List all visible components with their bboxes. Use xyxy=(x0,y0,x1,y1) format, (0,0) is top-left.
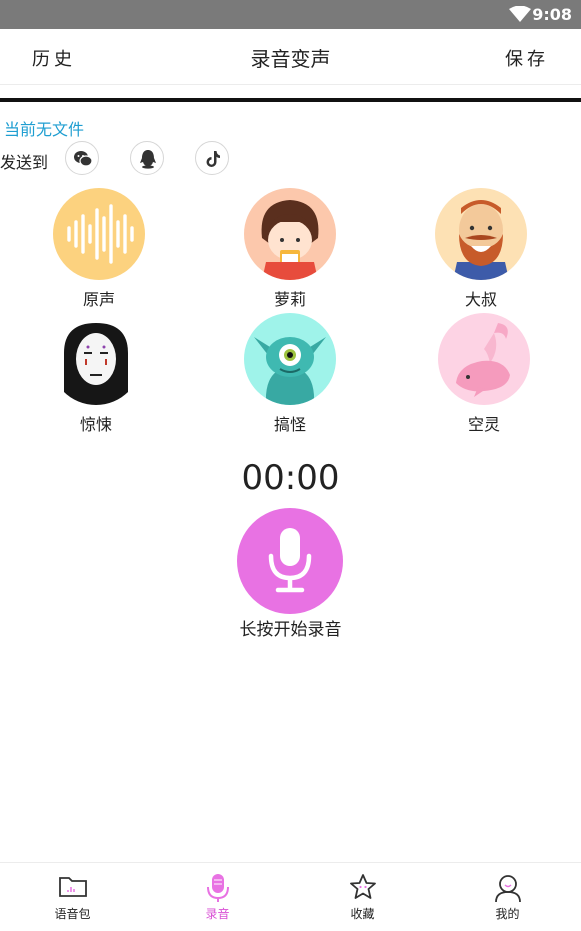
voice-label: 原声 xyxy=(82,290,115,309)
tab-favorites[interactable]: 收藏 xyxy=(290,863,435,931)
wifi-icon xyxy=(509,6,531,22)
mic-icon xyxy=(268,528,312,593)
voice-original[interactable]: 原声 xyxy=(39,188,159,310)
record-timer: 00:00 xyxy=(241,458,340,498)
voice-label: 大叔 xyxy=(464,290,497,309)
voice-funny[interactable]: 搞怪 xyxy=(230,313,350,435)
voice-label: 搞怪 xyxy=(273,415,306,434)
mic-icon xyxy=(207,874,229,902)
tab-label: 收藏 xyxy=(350,907,375,921)
send-to-label: 发送到 xyxy=(0,153,49,172)
user-icon xyxy=(495,875,521,903)
uncle-icon xyxy=(435,188,527,280)
voice-horror[interactable]: 惊悚 xyxy=(36,313,156,435)
voice-uncle[interactable]: 大叔 xyxy=(421,188,541,310)
share-tiktok-button[interactable] xyxy=(195,141,229,175)
tiktok-icon xyxy=(206,151,220,167)
qq-icon xyxy=(140,150,156,169)
wechat-icon xyxy=(74,151,93,167)
status-time: 9:08 xyxy=(532,5,572,24)
voice-label: 萝莉 xyxy=(273,290,306,309)
no-face-icon xyxy=(50,313,142,405)
record-hint: 长按开始录音 xyxy=(239,620,342,640)
voice-label: 惊悚 xyxy=(79,415,112,434)
share-wechat-button[interactable] xyxy=(65,141,99,175)
waveform-icon xyxy=(53,188,145,280)
folder-icon xyxy=(59,877,87,897)
title-bar: 历史 录音变声 保存 xyxy=(0,29,581,85)
status-bar: 9:08 xyxy=(0,0,581,29)
tab-profile[interactable]: 我的 xyxy=(435,863,580,931)
star-icon xyxy=(350,874,376,899)
file-status-text: 当前无文件 xyxy=(4,120,85,139)
bottom-tab-bar: 语音包 录音 收藏 我的 xyxy=(0,862,581,931)
tab-record[interactable]: 录音 xyxy=(145,863,290,931)
save-button[interactable]: 保存 xyxy=(505,45,549,71)
tab-label: 语音包 xyxy=(54,907,91,921)
playback-progress-bar[interactable] xyxy=(0,98,581,102)
tab-label: 我的 xyxy=(495,907,520,921)
tab-voice-pack[interactable]: 语音包 xyxy=(0,863,145,931)
monster-icon xyxy=(244,313,336,405)
voice-label: 空灵 xyxy=(467,415,500,434)
share-qq-button[interactable] xyxy=(130,141,164,175)
page-title: 录音变声 xyxy=(250,47,331,71)
dolphin-icon xyxy=(438,313,530,405)
voice-loli[interactable]: 萝莉 xyxy=(230,188,350,310)
tab-label: 录音 xyxy=(205,907,230,921)
voice-ethereal[interactable]: 空灵 xyxy=(424,313,544,435)
record-button[interactable] xyxy=(237,508,343,614)
girl-icon xyxy=(244,188,336,280)
